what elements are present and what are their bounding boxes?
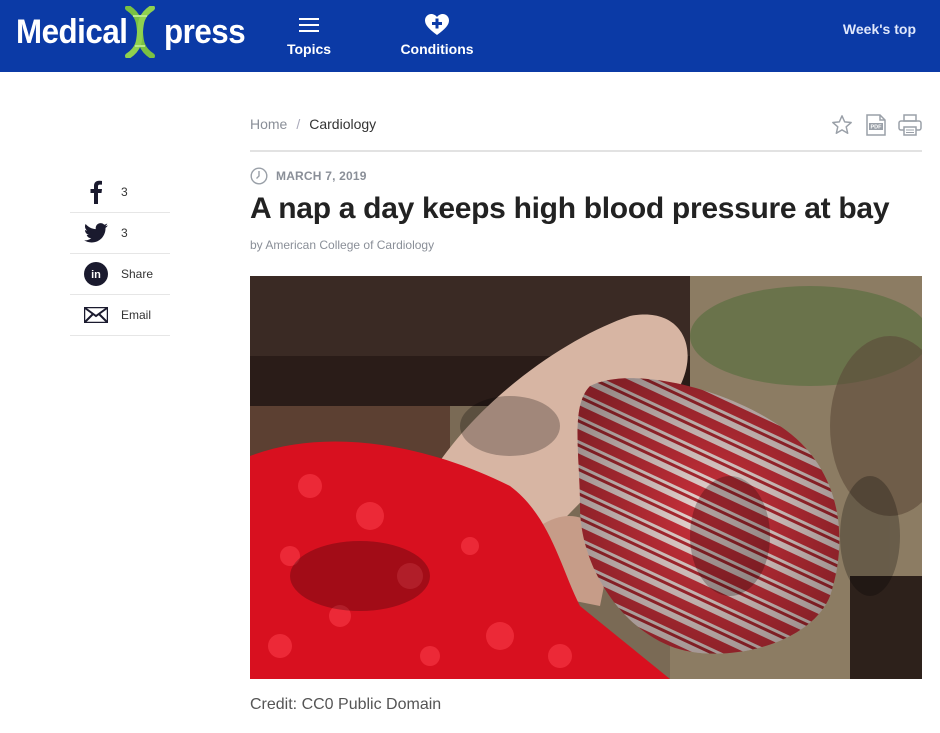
article-photo: [250, 276, 922, 679]
facebook-icon: [83, 179, 109, 205]
nav-conditions[interactable]: Conditions: [398, 8, 476, 58]
article-tools: PDF: [830, 113, 922, 137]
linkedin-share-label: Share: [121, 267, 154, 281]
logo-text-press: press: [164, 13, 246, 51]
breadcrumb-home[interactable]: Home: [250, 116, 287, 132]
nav-conditions-label: Conditions: [400, 41, 474, 57]
svg-text:in: in: [91, 269, 101, 281]
share-linkedin[interactable]: in Share: [70, 254, 170, 295]
site-logo[interactable]: Medical press: [16, 6, 252, 58]
share-email[interactable]: Email: [70, 295, 170, 336]
article-date: MARCH 7, 2019: [250, 167, 367, 185]
nav-topics[interactable]: Topics: [283, 8, 335, 58]
breadcrumb: Home / Cardiology: [250, 116, 376, 132]
breadcrumb-cardiology[interactable]: Cardiology: [309, 116, 376, 132]
heart-plus-icon: [425, 14, 449, 36]
photo-illustration: [250, 276, 922, 679]
breadcrumb-separator: /: [296, 116, 301, 132]
logo-text-medical: Medical: [16, 13, 128, 51]
date-text: MARCH 7, 2019: [276, 169, 367, 183]
linkedin-icon: in: [83, 261, 109, 287]
nav-topics-label: Topics: [286, 41, 332, 57]
twitter-count: 3: [121, 226, 128, 240]
print-icon[interactable]: [898, 113, 922, 137]
email-label: Email: [121, 308, 152, 322]
article-byline: by American College of Cardiology: [250, 238, 435, 252]
breadcrumb-divider: [250, 150, 922, 152]
facebook-count: 3: [121, 185, 128, 199]
share-twitter[interactable]: 3: [70, 213, 170, 254]
clock-icon: [250, 167, 268, 185]
menu-icon: [297, 14, 321, 36]
share-sidebar: 3 3 in Share Email: [70, 172, 170, 336]
article-title: A nap a day keeps high blood pressure at…: [250, 192, 890, 225]
svg-text:PDF: PDF: [871, 125, 883, 131]
photo-caption: Credit: CC0 Public Domain: [250, 696, 442, 713]
star-icon[interactable]: [830, 113, 854, 137]
site-header: Medical press Topics Conditions Week's t…: [0, 0, 940, 72]
email-icon: [83, 302, 109, 328]
pdf-icon[interactable]: PDF: [864, 113, 888, 137]
share-facebook[interactable]: 3: [70, 172, 170, 213]
weeks-top-link[interactable]: Week's top: [843, 21, 916, 37]
twitter-icon: [83, 220, 109, 246]
